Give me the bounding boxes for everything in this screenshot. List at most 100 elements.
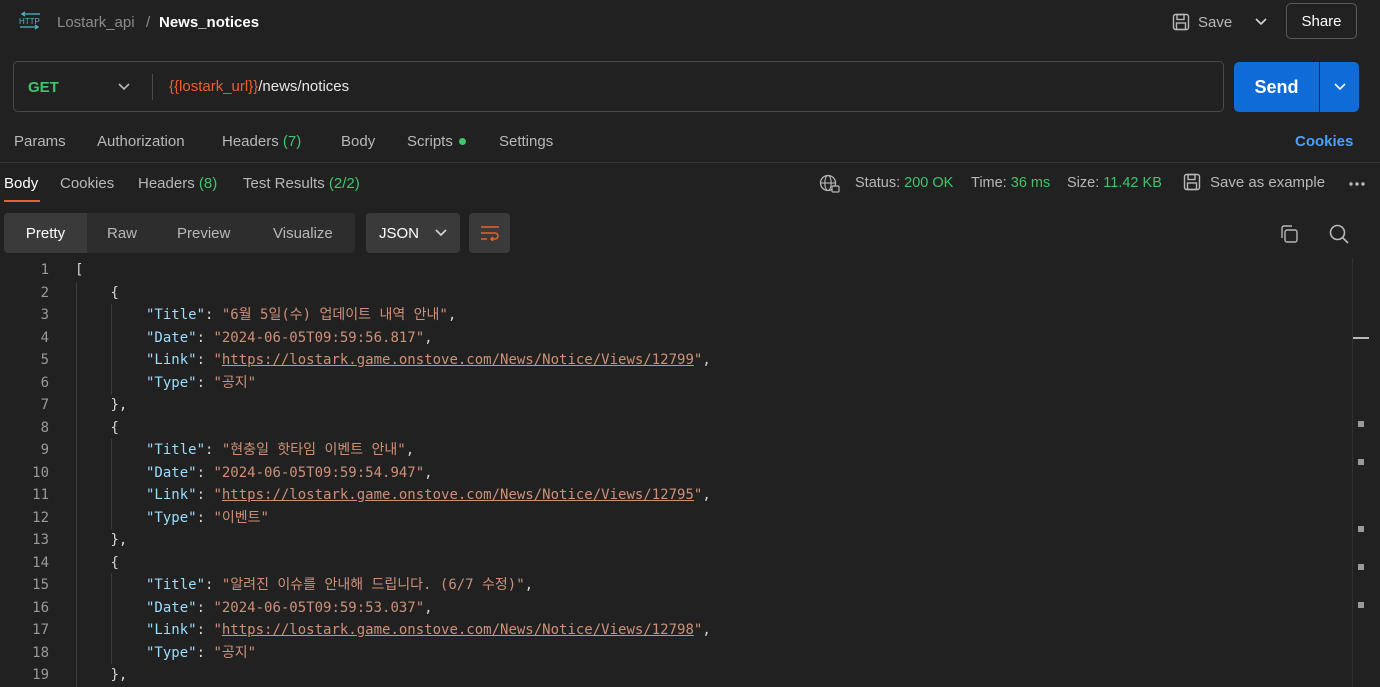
json-value: "이벤트" (213, 509, 269, 526)
line-number: 17 (32, 622, 49, 638)
tests-count: (2/2) (328, 175, 360, 192)
wrap-lines-button[interactable] (469, 213, 510, 253)
code-text: [ (75, 262, 84, 278)
code-line: 7}, (0, 394, 1350, 417)
format-select[interactable]: JSON (366, 213, 460, 253)
code-line: 12 "Type": "이벤트" (0, 507, 1350, 530)
code-line: 9 "Title": "현충일 핫타임 이벤트 안내", (0, 439, 1350, 462)
share-button[interactable]: Share (1286, 3, 1357, 39)
tab-body[interactable]: Body (341, 133, 375, 150)
tab-headers-label: Headers (222, 133, 279, 150)
view-visualize[interactable]: Visualize (273, 213, 333, 253)
json-link[interactable]: https://lostark.game.onstove.com/News/No… (222, 487, 694, 503)
json-key: "Type" (146, 509, 197, 526)
json-key: "Type" (146, 374, 197, 391)
code-text: }, (110, 397, 128, 413)
json-value: "현충일 핫타임 이벤트 안내" (221, 442, 406, 458)
scrollbar-marker (1358, 602, 1364, 608)
tab-settings[interactable]: Settings (499, 133, 553, 150)
json-link[interactable]: https://lostark.game.onstove.com/News/No… (222, 352, 694, 368)
response-tab-tests[interactable]: Test Results (2/2) (243, 175, 360, 192)
chevron-down-icon (435, 229, 447, 237)
more-options-icon[interactable] (1348, 180, 1366, 188)
tab-headers[interactable]: Headers (7) (222, 133, 301, 150)
request-title[interactable]: News_notices (159, 14, 259, 31)
save-options-button[interactable] (1250, 10, 1272, 34)
tab-params[interactable]: Params (14, 133, 66, 150)
cookies-link[interactable]: Cookies (1295, 133, 1353, 150)
line-number: 16 (32, 599, 49, 616)
line-number: 5 (40, 352, 49, 368)
code-line: 13}, (0, 529, 1350, 552)
active-tab-indicator (4, 200, 40, 202)
response-body-editor[interactable]: 1[2{3 "Title": "6월 5일(수) 업데이트 내역 안내", 4 "Da… (0, 258, 1352, 687)
json-key: "Date" (146, 464, 197, 481)
line-number: 6 (40, 374, 49, 391)
code-text: }, (110, 532, 128, 548)
view-raw[interactable]: Raw (107, 213, 137, 253)
scrollbar-thumb[interactable] (1353, 337, 1369, 339)
url-input[interactable]: {{lostark_url}}/news/notices (169, 78, 349, 95)
line-number: 14 (32, 554, 49, 571)
line-number: 12 (32, 509, 49, 526)
line-number: 3 (40, 307, 49, 323)
editor-scrollbar[interactable] (1352, 258, 1380, 687)
line-number: 19 (32, 667, 49, 683)
code-text: "Type": "공지" (146, 644, 257, 661)
code-text: "Date": "2024-06-05T09:59:54.947", (146, 464, 433, 481)
response-tab-cookies[interactable]: Cookies (60, 175, 114, 192)
code-text: "Type": "이벤트" (146, 509, 269, 526)
code-text: { (110, 419, 119, 436)
view-preview[interactable]: Preview (177, 213, 230, 253)
breadcrumb-collection[interactable]: Lostark_api (57, 14, 135, 31)
response-headers-count: (8) (198, 175, 218, 192)
time-value: 36 ms (1010, 175, 1051, 191)
tab-scripts[interactable]: Scripts (407, 133, 466, 150)
format-label: JSON (379, 224, 420, 242)
code-line: 10 "Date": "2024-06-05T09:59:54.947", (0, 462, 1350, 485)
json-value: "알려진 이슈를 안내해 드립니다. (6/7 수정)" (221, 577, 525, 593)
line-number: 8 (40, 419, 49, 436)
code-line: 1[ (0, 259, 1350, 282)
method-chevron-icon[interactable] (114, 78, 134, 96)
line-number: 1 (40, 262, 49, 278)
code-line: 2{ (0, 282, 1350, 305)
view-pretty[interactable]: Pretty (4, 213, 87, 253)
code-text: "Type": "공지" (146, 374, 257, 391)
json-key: "Date" (146, 329, 197, 346)
code-text: }, (110, 667, 128, 683)
response-headers-label: Headers (138, 175, 195, 192)
json-key: "Type" (146, 644, 197, 661)
line-number: 4 (40, 329, 49, 346)
json-value: "6월 5일(수) 업데이트 내역 안내" (221, 307, 448, 323)
code-text: "Link": "https://lostark.game.onstove.co… (146, 622, 711, 638)
send-button[interactable]: Send (1234, 62, 1319, 112)
json-key: "Link" (146, 487, 197, 503)
copy-icon[interactable] (1279, 224, 1299, 244)
save-button[interactable]: Save (1172, 8, 1232, 36)
network-globe-icon[interactable] (819, 174, 841, 194)
code-text: "Link": "https://lostark.game.onstove.co… (146, 487, 711, 503)
scrollbar-marker (1358, 459, 1364, 465)
response-tab-headers[interactable]: Headers (8) (138, 175, 217, 192)
search-icon[interactable] (1328, 223, 1350, 245)
method-select[interactable]: GET (28, 79, 59, 96)
code-text: { (110, 284, 119, 301)
json-key: "Title" (146, 307, 206, 323)
json-key: "Title" (146, 442, 206, 458)
json-link[interactable]: https://lostark.game.onstove.com/News/No… (222, 622, 694, 638)
size-value: 11.42 KB (1103, 175, 1162, 191)
scripts-indicator-dot (458, 137, 466, 145)
save-as-example-button[interactable]: Save as example (1183, 173, 1325, 191)
code-line: 17 "Link": "https://lostark.game.onstove.… (0, 619, 1350, 642)
code-line: 6 "Type": "공지" (0, 372, 1350, 395)
send-options-button[interactable] (1320, 62, 1359, 112)
response-tab-body[interactable]: Body (4, 175, 38, 192)
url-variable: {{lostark_url}} (169, 78, 259, 95)
save-icon (1172, 13, 1190, 31)
code-text: "Link": "https://lostark.game.onstove.co… (146, 352, 711, 368)
tab-authorization[interactable]: Authorization (97, 133, 185, 150)
code-line: 14 { (0, 552, 1350, 575)
line-number: 2 (40, 284, 49, 301)
breadcrumb-separator: / (146, 14, 151, 31)
